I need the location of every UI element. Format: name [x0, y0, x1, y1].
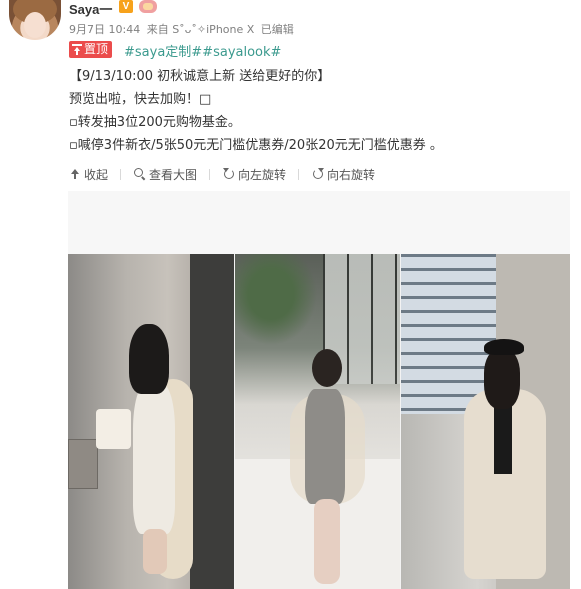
- toolbar-divider: [209, 168, 211, 180]
- photo-plant: [235, 254, 325, 354]
- hashtag-links[interactable]: #saya定制##sayalook#: [124, 41, 281, 60]
- post-text-line: ▫喊停3件新衣/5张50元无门槛优惠券/20张20元无门槛优惠券 。: [69, 138, 443, 153]
- post-source: 来自 S˚ᴗ˚✧iPhone X: [146, 23, 255, 36]
- toolbar-divider: [298, 168, 300, 180]
- pinned-label: 置顶: [84, 42, 109, 56]
- top-edge-decoration: [491, 0, 561, 2]
- toolbar-divider: [120, 168, 122, 180]
- avatar-face: [24, 12, 46, 38]
- collapse-label: 收起: [84, 167, 109, 182]
- rotate-right-button[interactable]: 向右旋转: [312, 166, 375, 183]
- post-text-line: 【9/13/10:00 初秋诚意上新 送给更好的你】: [69, 69, 331, 84]
- expanded-image-viewer[interactable]: [68, 191, 570, 589]
- collapse-icon: [69, 168, 81, 180]
- post-text-line: 预览出啦，快去加购！□: [69, 92, 212, 107]
- outfit-photo-1[interactable]: [68, 254, 234, 589]
- zoom-icon: [134, 168, 146, 180]
- rotate-left-label: 向左旋转: [238, 167, 287, 182]
- avatar[interactable]: [9, 0, 61, 40]
- pin-icon: [72, 44, 82, 55]
- photo-wall-plaque: [68, 439, 98, 489]
- view-large-label: 查看大图: [149, 167, 198, 182]
- model-figure: [456, 339, 551, 584]
- image-toolbar: 收起 查看大图 向左旋转 向右旋转: [69, 166, 388, 182]
- collapse-button[interactable]: 收起: [69, 166, 122, 183]
- rotate-left-icon: [223, 168, 235, 180]
- rotate-right-icon: [312, 168, 325, 180]
- pinned-tag: 置顶: [69, 41, 113, 58]
- model-figure: [290, 349, 370, 584]
- post-date[interactable]: 9月7日 10:44: [69, 23, 140, 36]
- rotate-left-button[interactable]: 向左旋转: [223, 166, 300, 183]
- post-meta: 9月7日 10:44 来自 S˚ᴗ˚✧iPhone X 已编辑: [69, 21, 297, 37]
- honor-badge-icon[interactable]: [139, 0, 157, 13]
- vip-badge-icon[interactable]: V: [119, 0, 133, 13]
- edited-label[interactable]: 已编辑: [261, 23, 294, 36]
- view-large-button[interactable]: 查看大图: [134, 166, 211, 183]
- rotate-right-label: 向右旋转: [327, 167, 376, 182]
- model-figure: [123, 324, 193, 579]
- handbag: [96, 409, 131, 449]
- outfit-photo-3[interactable]: [401, 254, 570, 589]
- username[interactable]: Saya一: [69, 0, 112, 18]
- outfit-photo-2[interactable]: [235, 254, 400, 589]
- image-top-padding: [68, 191, 570, 254]
- post-text-line: ▫转发抽3位200元购物基金。: [69, 115, 241, 130]
- photo-wall: [190, 254, 234, 589]
